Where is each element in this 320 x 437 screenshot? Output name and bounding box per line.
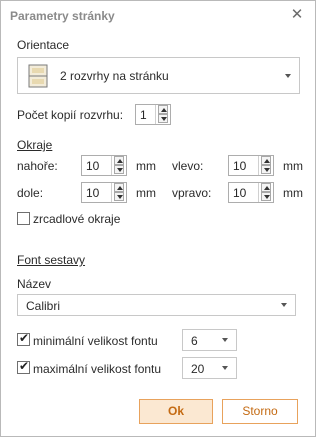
increment-icon[interactable] <box>158 105 168 114</box>
chevron-down-icon <box>222 366 228 370</box>
increment-icon[interactable] <box>261 156 271 165</box>
margin-bottom-unit: mm <box>136 186 156 200</box>
orientation-value: 2 rozvrhy na stránku <box>60 69 169 83</box>
margin-top-stepper[interactable]: 10 <box>81 155 127 176</box>
close-icon[interactable]: ✕ <box>289 7 305 23</box>
margin-top-value: 10 <box>86 159 100 173</box>
chevron-down-icon <box>281 303 287 307</box>
font-name-value: Calibri <box>26 299 61 313</box>
margin-right-label: vpravo: <box>172 186 212 200</box>
chevron-down-icon <box>222 338 228 342</box>
min-font-size-label: minimální velikost fontu <box>33 334 158 348</box>
margin-right-unit: mm <box>283 186 303 200</box>
decrement-icon[interactable] <box>158 114 168 123</box>
stepper-buttons <box>258 183 273 202</box>
decrement-icon[interactable] <box>261 165 271 174</box>
copies-label: Počet kopií rozvrhu: <box>17 108 124 122</box>
two-pages-icon <box>28 64 48 88</box>
orientation-label: Orientace <box>17 38 70 52</box>
font-section-label: Font sestavy <box>17 253 86 267</box>
font-name-select[interactable]: Calibri <box>17 294 296 316</box>
decrement-icon[interactable] <box>261 192 271 201</box>
copies-stepper[interactable]: 1 <box>135 104 171 125</box>
mirror-margins-label: zrcadlové okraje <box>33 212 121 226</box>
max-font-size-select[interactable]: 20 <box>182 357 237 379</box>
min-font-size-value: 6 <box>191 334 198 348</box>
margin-bottom-value: 10 <box>86 186 100 200</box>
margin-right-stepper[interactable]: 10 <box>228 182 274 203</box>
chevron-down-icon <box>285 73 291 78</box>
min-font-size-checkbox[interactable] <box>17 331 30 346</box>
margin-left-unit: mm <box>283 159 303 173</box>
ok-button[interactable]: Ok <box>139 399 213 424</box>
max-font-size-label: maximální velikost fontu <box>33 362 162 376</box>
dialog-title: Parametry stránky <box>10 9 115 23</box>
max-font-size-checkbox[interactable] <box>17 359 30 374</box>
stepper-buttons <box>111 183 126 202</box>
copies-value: 1 <box>140 108 147 122</box>
max-font-size-value: 20 <box>191 362 205 376</box>
margin-right-value: 10 <box>233 186 247 200</box>
mirror-margins-checkbox[interactable] <box>17 212 30 225</box>
margins-section-label: Okraje <box>17 138 53 152</box>
margin-left-value: 10 <box>233 159 247 173</box>
page-settings-dialog: Parametry stránky ✕ Orientace 2 rozvrhy … <box>0 0 316 437</box>
min-font-size-select[interactable]: 6 <box>182 329 237 351</box>
stepper-buttons <box>258 156 273 175</box>
increment-icon[interactable] <box>261 183 271 192</box>
margin-bottom-label: dole: <box>17 186 44 200</box>
orientation-select[interactable]: 2 rozvrhy na stránku <box>17 57 300 94</box>
margin-top-label: nahoře: <box>17 159 58 173</box>
margin-top-unit: mm <box>136 159 156 173</box>
stepper-buttons <box>111 156 126 175</box>
font-name-label: Název <box>17 277 52 291</box>
cancel-button[interactable]: Storno <box>222 399 298 424</box>
stepper-buttons <box>155 105 170 124</box>
margin-left-stepper[interactable]: 10 <box>228 155 274 176</box>
margin-bottom-stepper[interactable]: 10 <box>81 182 127 203</box>
increment-icon[interactable] <box>114 156 124 165</box>
decrement-icon[interactable] <box>114 192 124 201</box>
increment-icon[interactable] <box>114 183 124 192</box>
decrement-icon[interactable] <box>114 165 124 174</box>
margin-left-label: vlevo: <box>172 159 204 173</box>
